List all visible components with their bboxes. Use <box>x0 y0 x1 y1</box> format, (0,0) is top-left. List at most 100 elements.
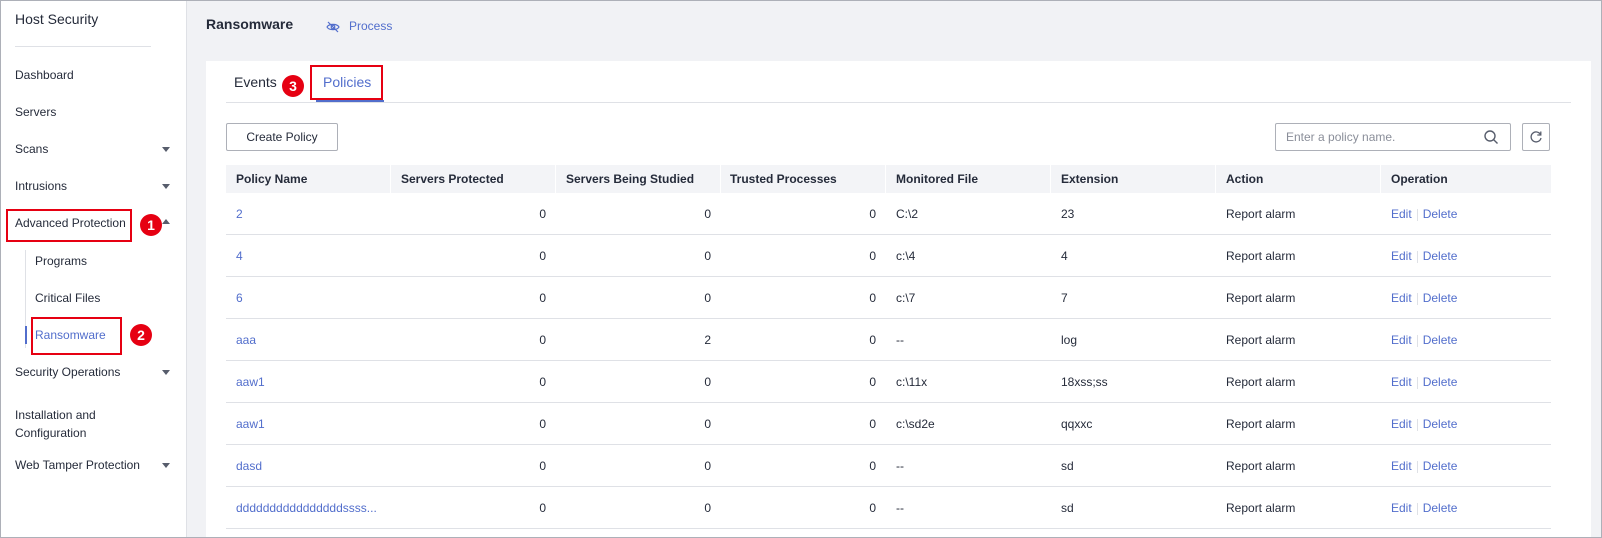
operation-divider <box>1416 208 1418 221</box>
sidebar-subitem-label: Programs <box>35 254 88 268</box>
policy-name-link[interactable]: ddddddddddddddddssss... <box>236 487 386 529</box>
sidebar-item-installation[interactable]: Installation and Configuration <box>1 406 187 442</box>
delete-link[interactable]: Delete <box>1423 291 1458 305</box>
cell-servers-studied: 2 <box>704 333 711 347</box>
column-header-operation: Operation <box>1391 172 1448 186</box>
app-frame: Host Security Dashboard Servers Scans In… <box>0 0 1602 538</box>
sidebar-item-intrusions[interactable]: Intrusions <box>1 175 187 197</box>
cell-trusted-processes: 0 <box>869 333 876 347</box>
cell-monitored-file: c:\11x <box>896 375 928 389</box>
cell-trusted-processes: 0 <box>869 375 876 389</box>
column-header-action: Action <box>1226 172 1264 186</box>
edit-link[interactable]: Edit <box>1391 291 1412 305</box>
table-row: aaw1 0 0 0 c:\11x 18xss;ss Report alarm Edit Del… <box>226 361 1551 403</box>
cell-action: Report alarm <box>1226 375 1296 389</box>
policy-name-link[interactable]: 6 <box>236 277 386 319</box>
column-header-servers-studied: Servers Being Studied <box>566 172 695 186</box>
search-icon[interactable] <box>1483 129 1499 145</box>
annotation-box-1 <box>6 209 132 242</box>
cell-servers-protected: 0 <box>539 375 546 389</box>
cell-servers-studied: 0 <box>704 375 711 389</box>
cell-extension: sd <box>1061 459 1074 473</box>
cell-extension: 4 <box>1061 249 1068 263</box>
sidebar-item-label: Security Operations <box>15 365 121 379</box>
process-link-label: Process <box>349 19 393 33</box>
sidebar-subitem-label: Critical Files <box>35 291 101 305</box>
cell-monitored-file: c:\4 <box>896 249 916 263</box>
refresh-button[interactable] <box>1522 123 1550 151</box>
cell-servers-studied: 0 <box>704 207 711 221</box>
cell-servers-protected: 0 <box>539 501 546 515</box>
policy-name-link[interactable]: 4 <box>236 235 386 277</box>
cell-action: Report alarm <box>1226 333 1296 347</box>
edit-link[interactable]: Edit <box>1391 501 1412 515</box>
column-header-extension: Extension <box>1061 172 1119 186</box>
tab-events[interactable]: Events <box>234 74 277 90</box>
sidebar-item-scans[interactable]: Scans <box>1 138 187 160</box>
cell-monitored-file: -- <box>896 333 904 347</box>
cell-operation: Edit Delete <box>1391 277 1541 319</box>
table-row: dasd 0 0 0 -- sd Report alarm Edit Delete <box>226 445 1551 487</box>
delete-link[interactable]: Delete <box>1423 375 1458 389</box>
edit-link[interactable]: Edit <box>1391 375 1412 389</box>
delete-link[interactable]: Delete <box>1423 417 1458 431</box>
sidebar: Host Security Dashboard Servers Scans In… <box>1 1 187 537</box>
cell-servers-studied: 0 <box>704 291 711 305</box>
cell-servers-protected: 0 <box>539 291 546 305</box>
sidebar-subitem-critical-files[interactable]: Critical Files <box>25 287 185 309</box>
policy-name-link[interactable]: aaw1 <box>236 403 386 445</box>
edit-link[interactable]: Edit <box>1391 417 1412 431</box>
policy-name-link[interactable]: 2 <box>236 193 386 235</box>
cell-monitored-file: C:\2 <box>896 207 919 221</box>
table-header: Policy Name Servers Protected Servers Be… <box>226 165 1551 193</box>
policy-name-link[interactable]: aaa <box>236 319 386 361</box>
sidebar-item-label: Web Tamper Protection <box>15 458 140 472</box>
sidebar-item-label: Servers <box>15 105 57 119</box>
tab-active-indicator <box>316 100 384 102</box>
cell-monitored-file: -- <box>896 501 904 515</box>
chevron-down-icon <box>162 463 170 468</box>
cell-monitored-file: c:\sd2e <box>896 417 935 431</box>
sidebar-item-security-operations[interactable]: Security Operations <box>1 361 187 383</box>
policy-name-link[interactable]: aaw1 <box>236 361 386 403</box>
annotation-badge-2: 2 <box>130 324 152 346</box>
cell-operation: Edit Delete <box>1391 193 1541 235</box>
edit-link[interactable]: Edit <box>1391 249 1412 263</box>
edit-link[interactable]: Edit <box>1391 333 1412 347</box>
sidebar-item-label: Dashboard <box>15 68 74 82</box>
cell-trusted-processes: 0 <box>869 501 876 515</box>
search-input[interactable] <box>1286 129 1476 145</box>
cell-trusted-processes: 0 <box>869 207 876 221</box>
annotation-badge-1: 1 <box>140 214 162 236</box>
delete-link[interactable]: Delete <box>1423 333 1458 347</box>
delete-link[interactable]: Delete <box>1423 501 1458 515</box>
sidebar-item-web-tamper-protection[interactable]: Web Tamper Protection <box>1 454 187 476</box>
sidebar-item-dashboard[interactable]: Dashboard <box>1 64 187 86</box>
cell-servers-protected: 0 <box>539 207 546 221</box>
cell-servers-protected: 0 <box>539 249 546 263</box>
annotation-box-3 <box>310 65 383 100</box>
delete-link[interactable]: Delete <box>1423 459 1458 473</box>
sidebar-title: Host Security <box>15 11 99 27</box>
cell-operation: Edit Delete <box>1391 319 1541 361</box>
eye-slash-icon <box>326 21 340 33</box>
cell-action: Report alarm <box>1226 207 1296 221</box>
edit-link[interactable]: Edit <box>1391 207 1412 221</box>
delete-link[interactable]: Delete <box>1423 249 1458 263</box>
create-policy-button[interactable]: Create Policy <box>226 123 338 151</box>
annotation-badge-3: 3 <box>282 75 304 97</box>
cell-action: Report alarm <box>1226 417 1296 431</box>
sidebar-subitem-programs[interactable]: Programs <box>25 250 185 272</box>
chevron-down-icon <box>162 184 170 189</box>
operation-divider <box>1416 502 1418 515</box>
cell-monitored-file: c:\7 <box>896 291 916 305</box>
sidebar-item-servers[interactable]: Servers <box>1 101 187 123</box>
operation-divider <box>1416 334 1418 347</box>
cell-servers-studied: 0 <box>704 501 711 515</box>
edit-link[interactable]: Edit <box>1391 459 1412 473</box>
delete-link[interactable]: Delete <box>1423 207 1458 221</box>
main-card: Events 3 Policies Create Policy Policy N… <box>206 61 1591 537</box>
cell-servers-studied: 0 <box>704 249 711 263</box>
cell-operation: Edit Delete <box>1391 403 1541 445</box>
policy-name-link[interactable]: dasd <box>236 445 386 487</box>
